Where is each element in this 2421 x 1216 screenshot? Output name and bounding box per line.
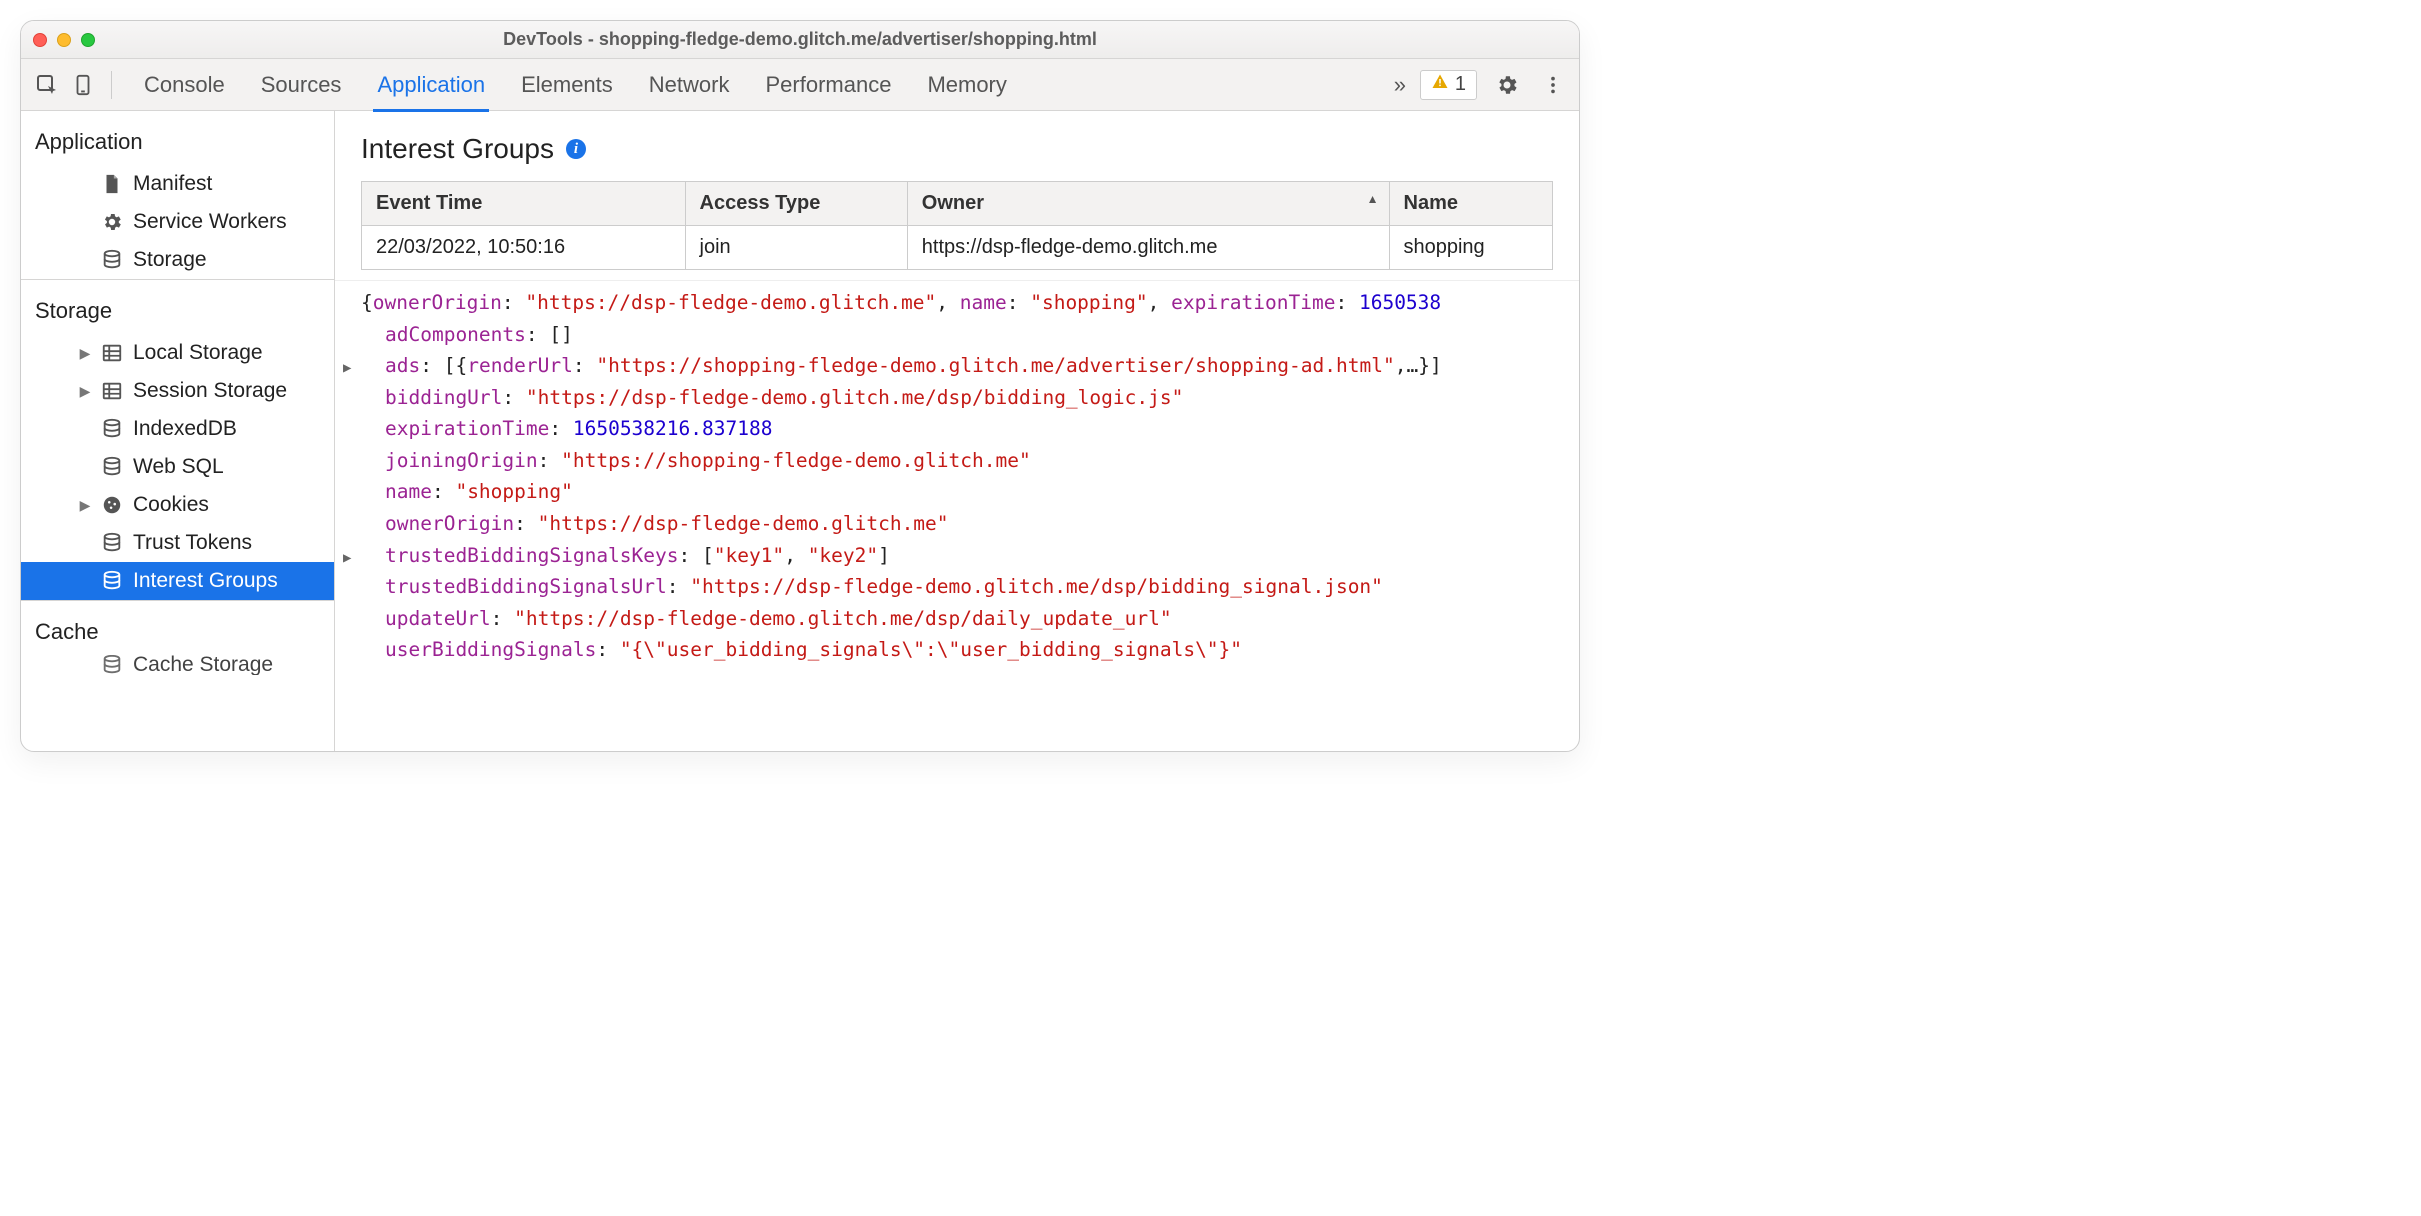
db-icon (101, 456, 123, 478)
col-header[interactable]: Owner▲ (907, 182, 1389, 226)
kebab-menu-icon[interactable] (1537, 69, 1569, 101)
sidebar-item-label: Cookies (133, 493, 209, 517)
disclosure-triangle[interactable]: ▶ (79, 345, 91, 362)
disclosure-triangle[interactable]: ▼ (343, 294, 361, 317)
object-prop-biddingUrl: biddingUrl: "https://dsp-fledge-demo.gli… (343, 382, 1579, 414)
sidebar-item-session-storage[interactable]: ▶ Session Storage (21, 372, 334, 410)
devtools-window: DevTools - shopping-fledge-demo.glitch.m… (20, 20, 1580, 752)
sidebar-item-label: Manifest (133, 172, 212, 196)
inspect-element-icon[interactable] (31, 69, 63, 101)
traffic-lights (33, 33, 95, 47)
main-panel: Interest Groups i Event TimeAccess TypeO… (335, 111, 1579, 751)
object-prop-trustedBiddingSignalsUrl: trustedBiddingSignalsUrl: "https://dsp-f… (343, 571, 1579, 603)
grid-icon (101, 380, 123, 402)
object-prop-ownerOrigin: ownerOrigin: "https://dsp-fledge-demo.gl… (343, 508, 1579, 540)
events-table: Event TimeAccess TypeOwner▲Name 22/03/20… (361, 181, 1553, 270)
sidebar-item-label: Session Storage (133, 379, 287, 403)
settings-icon[interactable] (1491, 69, 1523, 101)
minimize-window[interactable] (57, 33, 71, 47)
sidebar-item-interest-groups[interactable]: Interest Groups (21, 562, 334, 600)
object-viewer: ▼{ownerOrigin: "https://dsp-fledge-demo.… (335, 280, 1579, 682)
table-cell: join (685, 226, 907, 270)
document-icon (101, 173, 123, 195)
db-icon (101, 249, 123, 271)
titlebar: DevTools - shopping-fledge-demo.glitch.m… (21, 21, 1579, 59)
sidebar-item-cookies[interactable]: ▶ Cookies (21, 486, 334, 524)
col-header[interactable]: Event Time (362, 182, 686, 226)
sidebar-item-label: Web SQL (133, 455, 224, 479)
sidebar-item-trust-tokens[interactable]: Trust Tokens (21, 524, 334, 562)
more-tabs-icon[interactable]: » (1384, 69, 1416, 101)
tab-network[interactable]: Network (649, 59, 730, 111)
table-cell: 22/03/2022, 10:50:16 (362, 226, 686, 270)
sidebar-item-label: Storage (133, 248, 207, 272)
close-window[interactable] (33, 33, 47, 47)
object-prop-adComponents: adComponents: [] (343, 319, 1579, 351)
sidebar-item-label: Cache Storage (133, 655, 273, 675)
device-toolbar-icon[interactable] (67, 69, 99, 101)
disclosure-triangle[interactable]: ▶ (79, 383, 91, 400)
sidebar-group-title: Application (21, 111, 334, 165)
cookie-icon (101, 494, 123, 516)
tab-sources[interactable]: Sources (261, 59, 342, 111)
db-icon (101, 532, 123, 554)
db-icon (101, 570, 123, 592)
table-row[interactable]: 22/03/2022, 10:50:16joinhttps://dsp-fled… (362, 226, 1553, 270)
sidebar-item-label: Local Storage (133, 341, 263, 365)
object-prop-joiningOrigin: joiningOrigin: "https://shopping-fledge-… (343, 445, 1579, 477)
sidebar-item-label: Interest Groups (133, 569, 278, 593)
panel-tabs: Console Sources Application Elements Network… (144, 59, 1380, 111)
sidebar-group-title: Cache (21, 601, 334, 655)
warning-icon (1431, 73, 1449, 97)
toolbar: Console Sources Application Elements Network… (21, 59, 1579, 111)
sidebar-item-cache-storage[interactable]: Cache Storage (21, 655, 334, 675)
sidebar-item-label: Trust Tokens (133, 531, 252, 555)
sidebar: Application Manifest Service Workers Storag… (21, 111, 335, 751)
sort-indicator-icon: ▲ (1367, 192, 1379, 206)
disclosure-triangle[interactable]: ▶ (367, 547, 385, 570)
disclosure-triangle[interactable]: ▶ (79, 497, 91, 514)
object-prop-updateUrl: updateUrl: "https://dsp-fledge-demo.glit… (343, 603, 1579, 635)
zoom-window[interactable] (81, 33, 95, 47)
tab-console[interactable]: Console (144, 59, 225, 111)
table-cell: https://dsp-fledge-demo.glitch.me (907, 226, 1389, 270)
object-prop-userBiddingSignals: userBiddingSignals: "{\"user_bidding_sig… (343, 634, 1579, 666)
col-header[interactable]: Name (1389, 182, 1553, 226)
info-icon[interactable]: i (566, 139, 586, 159)
disclosure-triangle[interactable]: ▶ (367, 357, 385, 380)
panel-title: Interest Groups (361, 133, 554, 165)
sidebar-item-service-workers[interactable]: Service Workers (21, 203, 334, 241)
sidebar-item-storage[interactable]: Storage (21, 241, 334, 279)
tab-application[interactable]: Application (377, 59, 485, 111)
gear-icon (101, 211, 123, 233)
sidebar-item-indexeddb[interactable]: IndexedDB (21, 410, 334, 448)
db-icon (101, 655, 123, 675)
sidebar-item-label: Service Workers (133, 210, 287, 234)
db-icon (101, 418, 123, 440)
sidebar-group-title: Storage (21, 280, 334, 334)
tab-performance[interactable]: Performance (765, 59, 891, 111)
object-prop-ads[interactable]: ▶ads: [{renderUrl: "https://shopping-fle… (343, 350, 1579, 382)
window-title: DevTools - shopping-fledge-demo.glitch.m… (21, 29, 1579, 50)
sidebar-item-manifest[interactable]: Manifest (21, 165, 334, 203)
sidebar-item-web-sql[interactable]: Web SQL (21, 448, 334, 486)
warnings-badge[interactable]: 1 (1420, 70, 1477, 100)
tab-elements[interactable]: Elements (521, 59, 613, 111)
divider (111, 71, 112, 99)
grid-icon (101, 342, 123, 364)
col-header[interactable]: Access Type (685, 182, 907, 226)
sidebar-item-label: IndexedDB (133, 417, 237, 441)
object-prop-trustedBiddingSignalsKeys[interactable]: ▶trustedBiddingSignalsKeys: ["key1", "ke… (343, 540, 1579, 572)
object-prop-expirationTime: expirationTime: 1650538216.837188 (343, 413, 1579, 445)
body: Application Manifest Service Workers Storag… (21, 111, 1579, 751)
tab-memory[interactable]: Memory (927, 59, 1006, 111)
object-root[interactable]: ▼{ownerOrigin: "https://dsp-fledge-demo.… (343, 287, 1579, 319)
warning-count: 1 (1455, 73, 1466, 96)
object-prop-name: name: "shopping" (343, 476, 1579, 508)
sidebar-item-local-storage[interactable]: ▶ Local Storage (21, 334, 334, 372)
table-cell: shopping (1389, 226, 1553, 270)
